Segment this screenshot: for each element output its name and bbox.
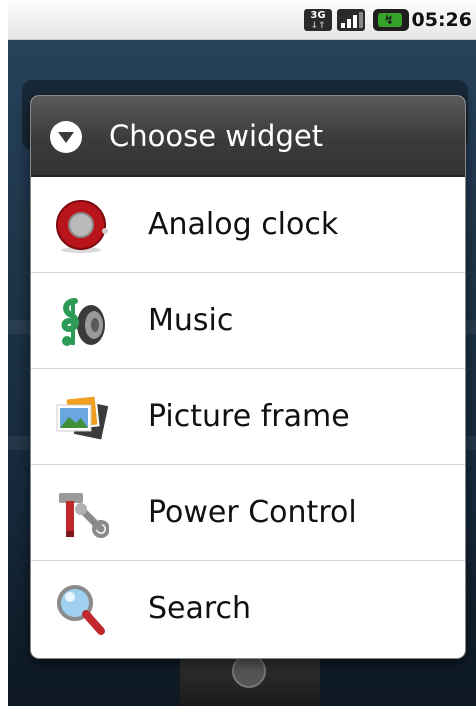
widget-item-label: Analog clock <box>148 207 339 242</box>
picture-frame-icon <box>56 394 109 440</box>
network-label: 3G <box>310 10 326 21</box>
dialog-title: Choose widget <box>109 119 324 153</box>
signal-strength-icon <box>337 9 365 31</box>
widget-item-analog-clock[interactable]: Analog clock <box>31 177 465 273</box>
launcher-handle-icon <box>232 654 266 688</box>
widget-item-picture-frame[interactable]: Picture frame <box>31 369 465 465</box>
dialog-header: Choose widget <box>31 96 465 177</box>
status-bar: 3G ↓↑ ↯ 05:26 <box>8 0 476 40</box>
search-icon <box>57 585 105 635</box>
widget-item-label: Picture frame <box>148 399 350 434</box>
widget-item-label: Search <box>148 591 252 626</box>
network-3g-icon: 3G ↓↑ <box>304 9 332 31</box>
battery-icon: ↯ <box>373 9 409 31</box>
widget-item-label: Music <box>148 303 234 338</box>
analog-clock-icon <box>56 200 108 253</box>
widget-list: Analog clock Music Picture frame Power C… <box>31 177 465 657</box>
choose-widget-dialog: Choose widget Analog clock Music Picture… <box>31 96 465 658</box>
widget-item-label: Power Control <box>148 495 357 530</box>
status-time: 05:26 <box>411 9 472 31</box>
widget-item-music[interactable]: Music <box>31 273 465 369</box>
power-control-icon <box>59 493 109 538</box>
music-icon <box>61 298 105 346</box>
widget-item-search[interactable]: Search <box>31 561 465 657</box>
chevron-down-circle-icon <box>50 121 82 153</box>
widget-item-power-control[interactable]: Power Control <box>31 465 465 561</box>
